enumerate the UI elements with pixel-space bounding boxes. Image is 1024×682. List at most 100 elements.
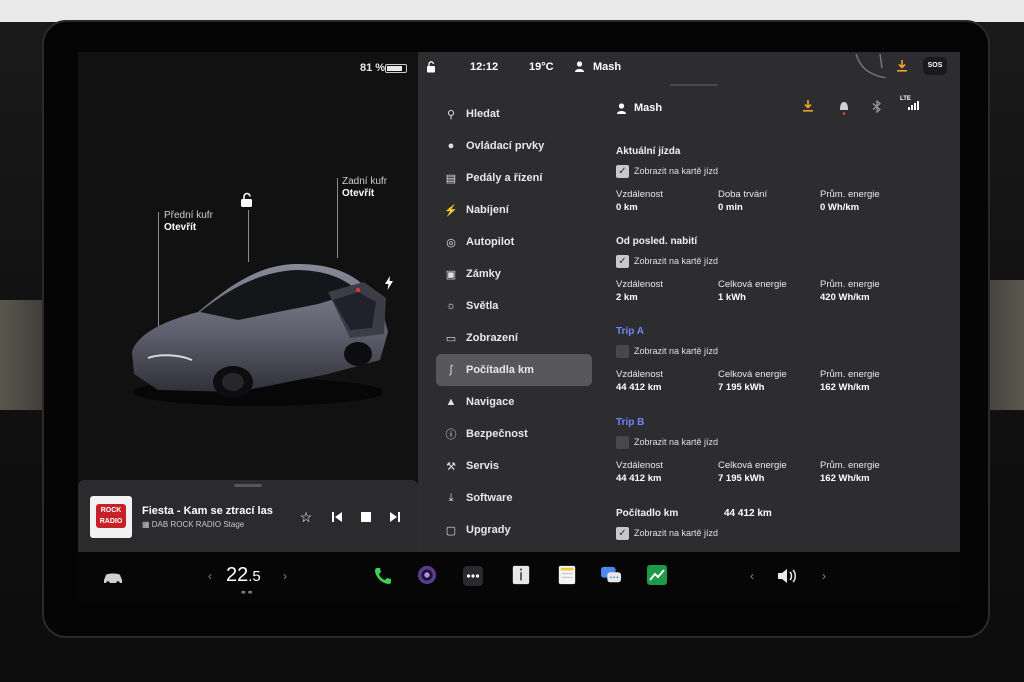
download-icon: ⤓ bbox=[448, 491, 454, 504]
stat-cell: Prům. energie 162 Wh/km bbox=[820, 369, 880, 393]
stat-value: 44 412 km bbox=[616, 382, 662, 393]
stat-name: Vzdálenost bbox=[616, 279, 664, 290]
car-3d-image bbox=[132, 264, 388, 406]
show-on-trip-card-checkbox[interactable]: Zobrazit na kartě jízd bbox=[616, 345, 956, 359]
menu-item-label: Ovládací prvky bbox=[466, 140, 545, 152]
manual-icon[interactable] bbox=[510, 565, 532, 585]
touchscreen: 81 % Přední kufr Otevřít Zadní kufr Otev… bbox=[78, 52, 960, 602]
menu-item-6[interactable]: ☼ Světla bbox=[436, 290, 592, 322]
stat-value: 0 Wh/km bbox=[820, 202, 860, 213]
car-icon: ▤ bbox=[445, 172, 457, 185]
rock-radio-logo: ROCK RADIO bbox=[96, 504, 126, 528]
trip-stats: Vzdálenost 2 km Celková energie 1 kWh Prům. … bbox=[616, 279, 956, 305]
favorite-star-icon[interactable]: ☆ bbox=[298, 509, 314, 525]
stat-cell: Prům. energie 0 Wh/km bbox=[820, 189, 880, 213]
menu-item-9[interactable]: ▲ Navigace bbox=[436, 386, 592, 418]
camera-icon[interactable] bbox=[416, 565, 438, 585]
menu-item-2[interactable]: ▤ Pedály a řízení bbox=[436, 162, 592, 194]
stat-cell: Prům. energie 420 Wh/km bbox=[820, 279, 880, 303]
update-download-icon[interactable] bbox=[896, 60, 908, 72]
next-track-icon[interactable] bbox=[387, 509, 403, 525]
stat-name: Prům. energie bbox=[820, 460, 880, 471]
menu-item-10[interactable]: ⓘ Bezpečnost bbox=[436, 418, 592, 450]
checkbox-unchecked-icon[interactable] bbox=[616, 345, 629, 358]
media-drag-handle[interactable] bbox=[234, 484, 262, 487]
stat-value: 44 412 km bbox=[616, 473, 662, 484]
phone-icon[interactable] bbox=[372, 566, 394, 586]
toggle-icon: ● bbox=[447, 140, 455, 152]
menu-item-1[interactable]: ● Ovládací prvky bbox=[436, 130, 592, 162]
show-on-trip-card-checkbox[interactable]: Zobrazit na kartě jízd bbox=[616, 436, 956, 450]
lte-label: LTE bbox=[900, 96, 911, 102]
status-bar: 12:12 19°C Mash SOS bbox=[418, 52, 960, 80]
menu-item-label: Nabíjení bbox=[466, 204, 509, 216]
show-on-trip-card-checkbox[interactable]: ✓ Zobrazit na kartě jízd bbox=[616, 255, 956, 269]
unlock-status-icon[interactable] bbox=[426, 61, 436, 73]
menu-item-13[interactable]: ▢ Upgrady bbox=[436, 514, 592, 546]
checkbox-unchecked-icon[interactable] bbox=[616, 436, 629, 449]
menu-item-11[interactable]: ⚒ Servis bbox=[436, 450, 592, 482]
bell-icon[interactable] bbox=[838, 100, 850, 115]
section-title: Od posled. nabití bbox=[616, 236, 698, 247]
rear-trunk-open-button[interactable]: Otevřít bbox=[342, 188, 374, 199]
menu-item-label: Zámky bbox=[466, 268, 501, 280]
user-name[interactable]: Mash bbox=[634, 102, 662, 114]
previous-track-icon[interactable] bbox=[329, 509, 345, 525]
stat-cell: Celková energie 1 kWh bbox=[718, 279, 787, 303]
checkbox-checked-icon[interactable]: ✓ bbox=[616, 527, 629, 540]
lock-icon: ▣ bbox=[445, 268, 457, 281]
stat-cell: Vzdálenost 2 km bbox=[616, 279, 663, 303]
stocks-icon[interactable] bbox=[646, 565, 668, 585]
stat-value: 1 kWh bbox=[718, 292, 746, 303]
search-icon: ⚲ bbox=[446, 108, 456, 121]
car-icon[interactable] bbox=[102, 568, 124, 588]
volume-icon[interactable] bbox=[776, 566, 798, 586]
stat-cell: Celková energie 7 195 kWh bbox=[718, 460, 787, 484]
menu-item-5[interactable]: ▣ Zámky bbox=[436, 258, 592, 290]
pane-resize-handle[interactable] bbox=[670, 84, 718, 86]
volume-up-chevron-icon[interactable]: › bbox=[822, 569, 826, 583]
volume-down-chevron-icon[interactable]: ‹ bbox=[750, 569, 754, 583]
menu-item-3[interactable]: ⚡ Nabíjení bbox=[436, 194, 592, 226]
status-user-name[interactable]: Mash bbox=[593, 61, 621, 73]
profile-icon[interactable] bbox=[574, 61, 585, 72]
stat-name: Vzdálenost bbox=[616, 369, 664, 380]
front-trunk-open-button[interactable]: Otevřít bbox=[164, 222, 196, 233]
menu-item-12[interactable]: ⤓ Software bbox=[436, 482, 592, 514]
odometer-label: Počítadlo km bbox=[616, 508, 679, 519]
stat-name: Prům. energie bbox=[820, 189, 880, 200]
show-on-trip-card-checkbox[interactable]: ✓ Zobrazit na kartě jízd bbox=[616, 165, 956, 179]
menu-item-0[interactable]: ⚲ Hledat bbox=[436, 98, 592, 130]
cabin-temperature[interactable]: 22.5 bbox=[226, 564, 261, 587]
more-icon[interactable] bbox=[462, 566, 484, 586]
glovebox-shortcut-icon[interactable] bbox=[852, 54, 888, 78]
sos-button[interactable]: SOS bbox=[923, 57, 947, 75]
header-icons: LTE bbox=[802, 96, 942, 116]
menu-item-8[interactable]: ∫ Počítadla km bbox=[436, 354, 592, 386]
stat-value: 7 195 kWh bbox=[718, 473, 765, 484]
stat-value: 0 min bbox=[718, 202, 743, 213]
stop-icon[interactable] bbox=[358, 509, 374, 525]
menu-item-7[interactable]: ▭ Zobrazení bbox=[436, 322, 592, 354]
odometer-show-checkbox[interactable]: ✓ Zobrazit na kartě jízd bbox=[616, 527, 816, 541]
bluetooth-icon[interactable] bbox=[872, 100, 882, 113]
temp-down-chevron-icon[interactable]: ‹ bbox=[208, 569, 212, 583]
climate-seat-icon[interactable]: ⚭⚭ bbox=[240, 588, 253, 597]
front-trunk-label: Přední kufr bbox=[164, 210, 213, 221]
safety-icon: ⓘ bbox=[445, 429, 457, 441]
stat-name: Celková energie bbox=[718, 279, 787, 290]
menu-item-label: Upgrady bbox=[466, 524, 511, 536]
navigation-icon: ▲ bbox=[445, 396, 457, 408]
notes-icon[interactable] bbox=[556, 565, 578, 585]
checkbox-checked-icon[interactable]: ✓ bbox=[616, 255, 629, 268]
menu-item-4[interactable]: ◎ Autopilot bbox=[436, 226, 592, 258]
download-icon[interactable] bbox=[802, 100, 814, 113]
checkbox-checked-icon[interactable]: ✓ bbox=[616, 165, 629, 178]
odometer-icon: ∫ bbox=[449, 364, 453, 376]
section-title: Trip B bbox=[616, 417, 645, 428]
media-player[interactable]: ROCK RADIO Fiesta - Kam se ztrací las ▦ … bbox=[78, 480, 418, 552]
clock: 12:12 bbox=[470, 61, 499, 73]
unlock-icon[interactable] bbox=[240, 192, 254, 208]
messages-icon[interactable] bbox=[600, 565, 622, 585]
temp-up-chevron-icon[interactable]: › bbox=[283, 569, 287, 583]
